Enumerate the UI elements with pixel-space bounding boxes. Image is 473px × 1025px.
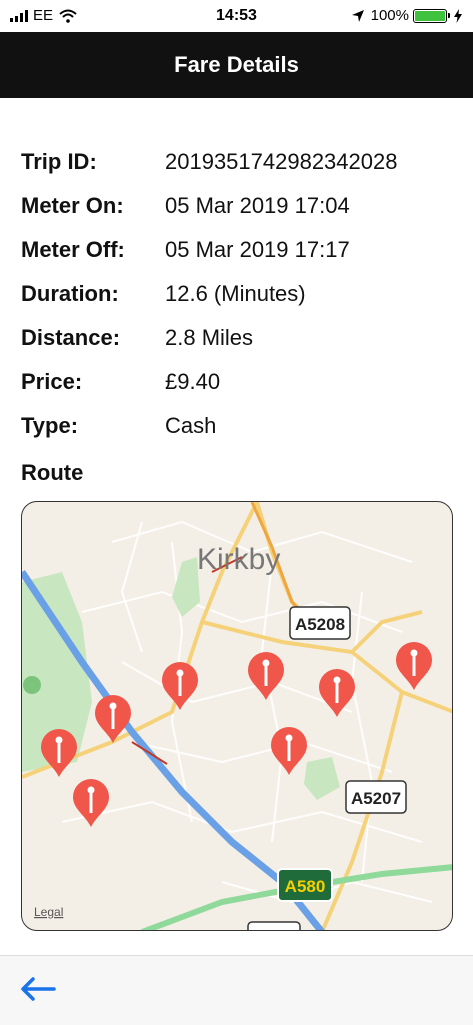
golf-icon: [23, 676, 41, 694]
bottom-toolbar: [0, 955, 473, 1025]
road-shield-a5207: A5207: [345, 780, 407, 814]
charging-icon: [454, 8, 462, 23]
detail-row-distance: Distance: 2.8 Miles: [21, 316, 397, 360]
route-heading: Route: [21, 460, 84, 485]
map-legal-link[interactable]: Legal: [34, 905, 63, 919]
status-right: 100%: [351, 7, 463, 24]
status-bar: EE 14:53 100%: [0, 0, 473, 32]
battery-percent: 100%: [370, 7, 409, 24]
road-shield-label: A5208: [295, 615, 345, 634]
detail-row-duration: Duration: 12.6 (Minutes): [21, 272, 397, 316]
back-arrow-icon: [21, 977, 56, 1001]
detail-label: Type:: [21, 413, 79, 438]
road-shield-a5208: A5208: [289, 606, 351, 640]
page-title: Fare Details: [174, 52, 299, 77]
nav-bar: Fare Details: [0, 32, 473, 98]
detail-row-meter-on: Meter On: 05 Mar 2019 17:04: [21, 184, 397, 228]
detail-row-trip-id: Trip ID: 2019351742982342028: [21, 140, 397, 184]
map-pin-icon[interactable]: [73, 779, 109, 827]
battery-icon: [413, 8, 450, 23]
map-pin-icon[interactable]: [248, 652, 284, 700]
map-pin-icon[interactable]: [271, 727, 307, 775]
detail-value: 05 Mar 2019 17:17: [165, 237, 350, 262]
map-pin-icon[interactable]: [319, 669, 355, 717]
map-canvas[interactable]: Kirkby A5208 A5207 A580 Legal: [22, 502, 453, 931]
map-town-label: Kirkby: [197, 543, 280, 576]
back-button[interactable]: [18, 974, 58, 1004]
detail-label: Trip ID:: [21, 149, 97, 174]
detail-label: Price:: [21, 369, 83, 394]
route-map[interactable]: Kirkby A5208 A5207 A580 Legal: [21, 501, 453, 931]
location-arrow-icon: [351, 9, 364, 22]
detail-label: Meter On:: [21, 193, 124, 218]
road-shield-a580: A580: [277, 868, 333, 902]
fare-details-list: Trip ID: 2019351742982342028 Meter On: 0…: [21, 140, 397, 448]
detail-value: Cash: [165, 413, 217, 438]
detail-label: Meter Off:: [21, 237, 125, 262]
detail-value: 2019351742982342028: [165, 149, 398, 174]
road-shield-label: A580: [285, 877, 326, 896]
detail-value: 2.8 Miles: [165, 325, 254, 350]
detail-row-type: Type: Cash: [21, 404, 397, 448]
detail-value: £9.40: [165, 369, 221, 394]
detail-value: 12.6 (Minutes): [165, 281, 306, 306]
road-shield-label: A5207: [351, 789, 401, 808]
detail-label: Duration:: [21, 281, 119, 306]
map-pin-icon[interactable]: [41, 729, 77, 777]
map-pin-icon[interactable]: [396, 642, 432, 690]
detail-row-price: Price: £9.40: [21, 360, 397, 404]
detail-value: 05 Mar 2019 17:04: [165, 193, 350, 218]
detail-row-meter-off: Meter Off: 05 Mar 2019 17:17: [21, 228, 397, 272]
detail-label: Distance:: [21, 325, 121, 350]
